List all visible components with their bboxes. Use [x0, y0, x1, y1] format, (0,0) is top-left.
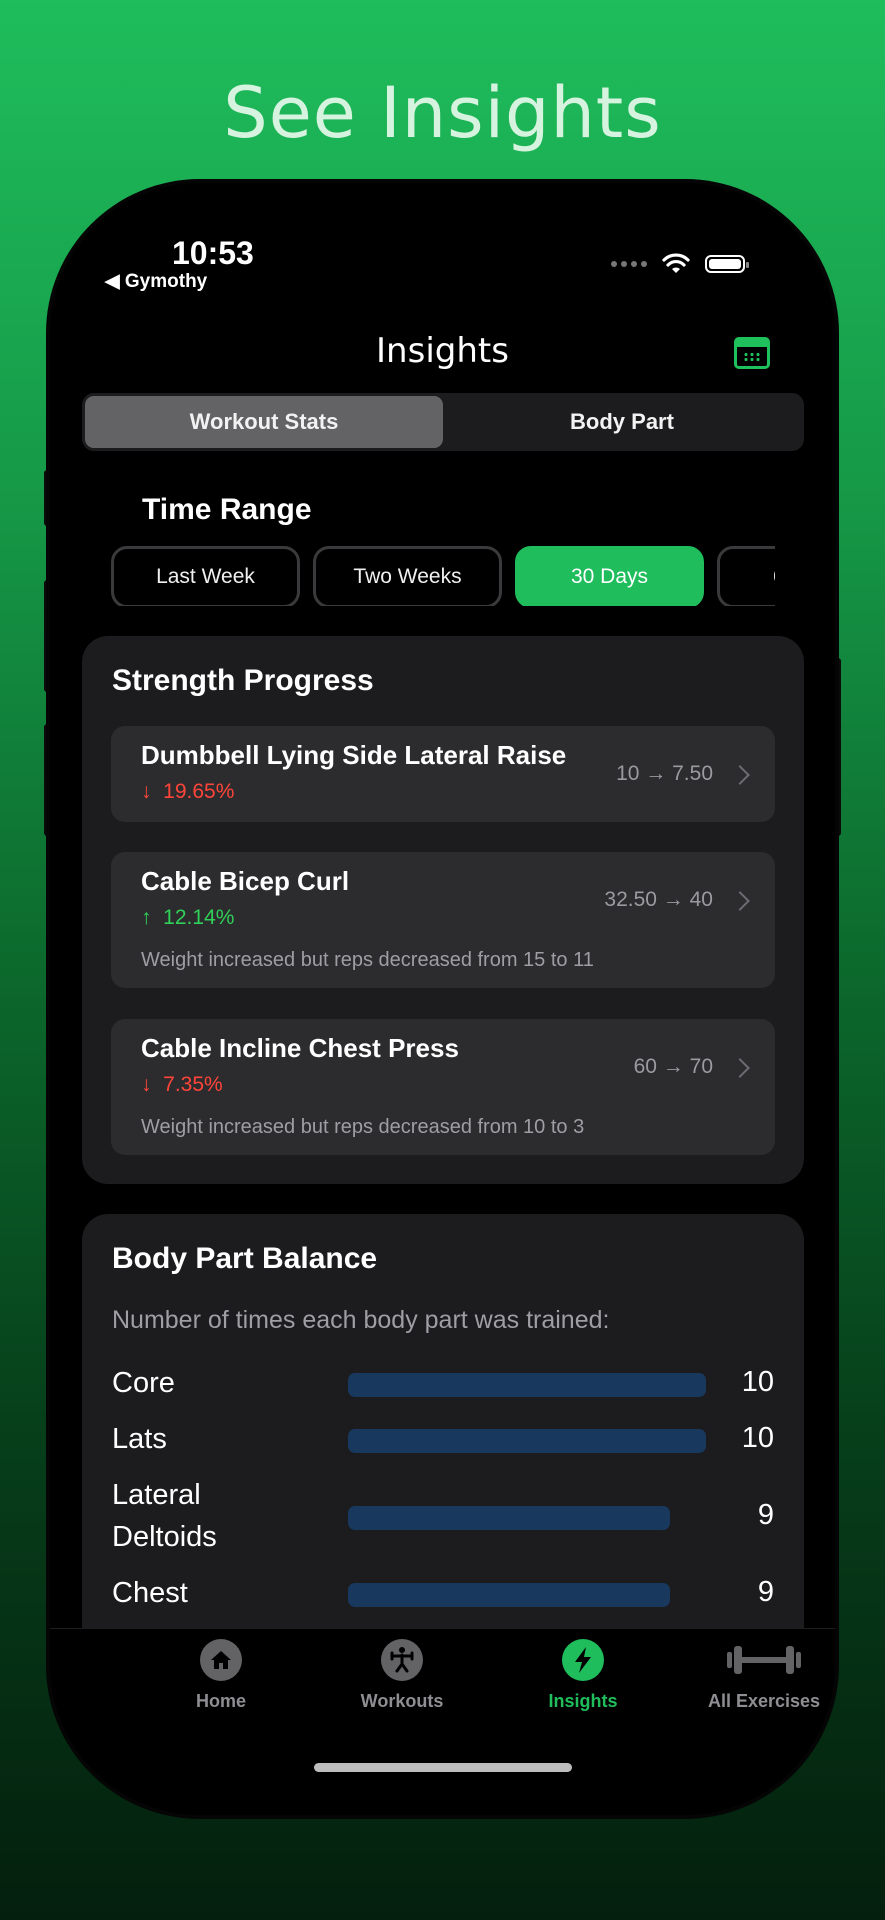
tab-workouts[interactable]: Workouts — [312, 1639, 492, 1712]
exercise-row[interactable]: Cable Bicep Curl ↑ 12.14% 32.50 → 40 Wei… — [111, 852, 775, 988]
exercise-name: Cable Bicep Curl — [141, 866, 350, 896]
tab-label: Home — [195, 1691, 246, 1711]
tab-all-exercises[interactable]: All Exercises — [674, 1639, 835, 1712]
exercise-weights: 32.50 → 40 — [604, 888, 713, 911]
body-part-count: 10 — [741, 1422, 774, 1454]
tab-label: Insights — [548, 1691, 618, 1711]
exercise-change-value: 7.35% — [163, 1073, 223, 1096]
status-indicators — [611, 253, 749, 275]
arrow-down-icon: ↓ — [141, 1073, 152, 1096]
exercise-row[interactable]: Dumbbell Lying Side Lateral Raise ↓ 19.6… — [111, 726, 775, 822]
calendar-icon[interactable] — [734, 337, 770, 369]
chevron-right-icon — [730, 765, 750, 785]
tab-home[interactable]: Home — [131, 1639, 311, 1712]
battery-icon — [705, 255, 749, 273]
cellular-signal-icon — [611, 261, 647, 267]
body-part-balance-subtitle: Number of times each body part was train… — [112, 1306, 610, 1334]
exercise-weights: 60 → 70 — [633, 1055, 713, 1078]
exercise-change-value: 19.65% — [163, 780, 235, 803]
exercise-row[interactable]: Cable Incline Chest Press ↓ 7.35% 60 → 7… — [111, 1019, 775, 1155]
exercise-weights: 10 → 7.50 — [616, 762, 713, 785]
time-range-label: Time Range — [142, 493, 312, 526]
body-part-row: Chest 9 — [112, 1572, 774, 1614]
chip-two-weeks[interactable]: Two Weeks — [313, 546, 502, 606]
arrow-down-icon: ↓ — [141, 780, 152, 803]
time-range-chips: Last Week Two Weeks 30 Days 60 Days — [111, 546, 775, 606]
status-time: 10:53 — [172, 235, 254, 271]
exercise-name: Dumbbell Lying Side Lateral Raise — [141, 740, 567, 770]
strength-progress-title: Strength Progress — [112, 664, 374, 697]
body-part-label: Lats — [112, 1423, 167, 1455]
body-part-row: Lateral Deltoids 9 — [112, 1474, 774, 1558]
exercise-note: Weight increased but reps decreased from… — [141, 949, 594, 971]
body-part-row: Lats 10 — [112, 1418, 774, 1460]
arrow-up-icon: ↑ — [141, 906, 152, 929]
segment-body-part[interactable]: Body Part — [443, 396, 801, 448]
body-part-label: Chest — [112, 1577, 188, 1609]
body-part-balance-title: Body Part Balance — [112, 1242, 378, 1275]
chevron-right-icon — [730, 891, 750, 911]
back-to-app-link[interactable]: ◀ Gymothy — [105, 270, 207, 293]
body-part-row: Core 10 — [112, 1362, 774, 1404]
strength-progress-card: Strength Progress Dumbbell Lying Side La… — [82, 636, 804, 1184]
tab-label: Workouts — [360, 1691, 444, 1711]
body-part-count: 9 — [757, 1499, 774, 1531]
segment-workout-stats[interactable]: Workout Stats — [85, 396, 443, 448]
exercise-change: ↓ 7.35% — [141, 1073, 223, 1097]
tab-bar: Home Workouts Insights All Exercises — [50, 1628, 835, 1815]
exercise-change: ↓ 19.65% — [141, 780, 234, 804]
body-part-count: 9 — [757, 1576, 774, 1608]
chip-last-week[interactable]: Last Week — [111, 546, 300, 606]
promo-headline: See Insights — [223, 72, 662, 154]
body-part-bar — [348, 1429, 706, 1453]
body-part-label: Core — [112, 1367, 175, 1399]
chip-60-days[interactable]: 60 Days — [717, 546, 775, 606]
body-part-bar — [348, 1583, 671, 1607]
stats-segmented-control: Workout Stats Body Part — [82, 393, 804, 451]
tab-label: All Exercises — [707, 1691, 821, 1711]
body-part-label: Lateral Deltoids — [112, 1479, 217, 1553]
dumbbell-icon — [719, 1639, 809, 1681]
exercise-change: ↑ 12.14% — [141, 906, 234, 930]
page-title: Insights — [376, 331, 509, 371]
house-icon — [200, 1639, 242, 1681]
wifi-icon — [662, 253, 690, 273]
chevron-right-icon — [730, 1058, 750, 1078]
body-part-bar — [348, 1506, 671, 1530]
body-part-balance-card: Body Part Balance Number of times each b… — [82, 1214, 804, 1654]
phone-frame: 10:53 ◀ Gymothy Insights Workout Stats B… — [50, 183, 835, 1815]
exercise-note: Weight increased but reps decreased from… — [141, 1116, 585, 1138]
home-indicator[interactable] — [314, 1763, 572, 1772]
body-part-bar — [348, 1373, 706, 1397]
tab-insights[interactable]: Insights — [493, 1639, 673, 1712]
figure-strength-icon — [381, 1639, 423, 1681]
body-part-count: 10 — [741, 1366, 774, 1398]
exercise-change-value: 12.14% — [163, 906, 235, 929]
exercise-name: Cable Incline Chest Press — [141, 1033, 459, 1063]
chip-30-days[interactable]: 30 Days — [515, 546, 704, 606]
bolt-icon — [562, 1639, 604, 1681]
